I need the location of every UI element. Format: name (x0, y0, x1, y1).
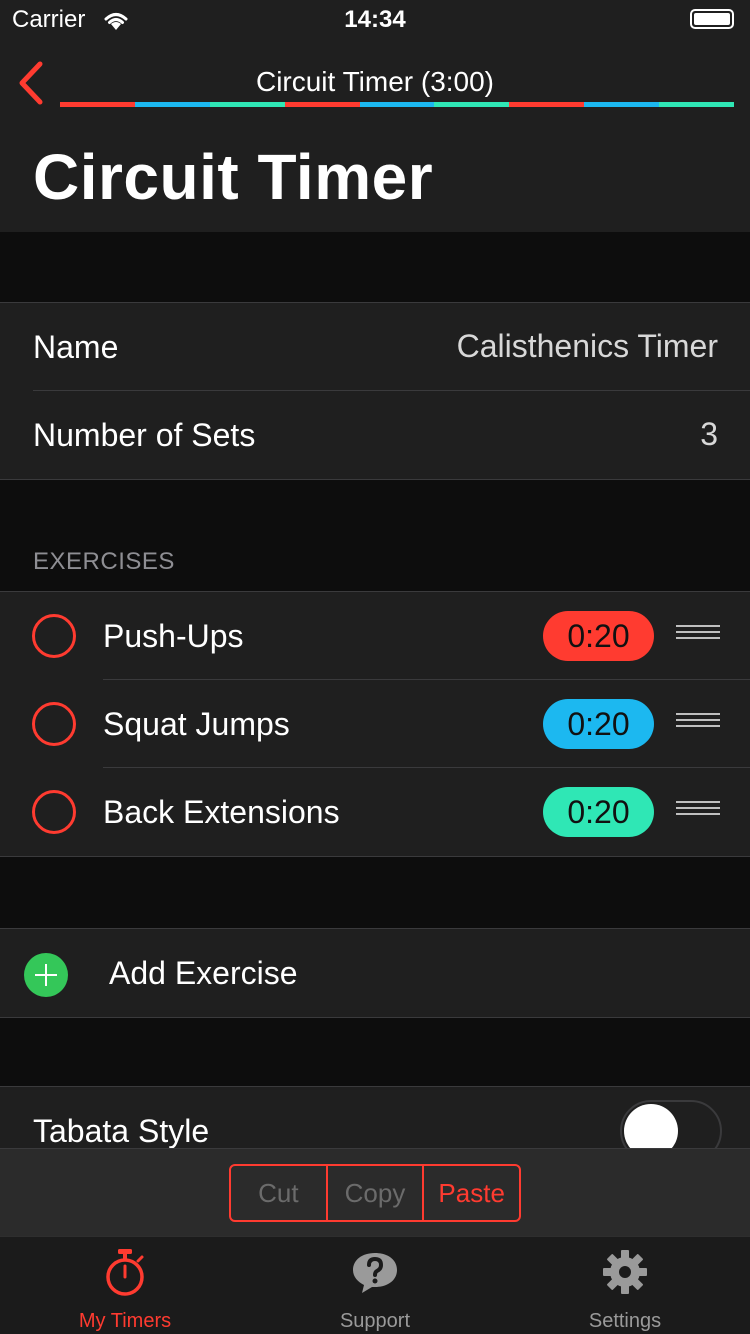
exercise-duration-badge[interactable]: 0:20 (543, 699, 654, 749)
sets-label: Number of Sets (33, 417, 256, 453)
status-bar: Carrier 14:34 (0, 0, 750, 40)
progress-segment (434, 102, 510, 107)
stopwatch-icon (106, 1249, 144, 1296)
nav-title: Circuit Timer (3:00) (255, 66, 495, 97)
name-row[interactable]: Name Calisthenics Timer (0, 303, 750, 391)
tab-bar: My Timers Support Settings (0, 1236, 750, 1334)
progress-segment (284, 102, 360, 107)
tab-support[interactable]: Support (250, 1237, 500, 1334)
timer-progress-bar (60, 102, 735, 107)
exercise-row[interactable]: Push-Ups 0:20 (0, 592, 750, 680)
progress-segment (209, 102, 285, 107)
status-time: 14:34 (344, 6, 406, 33)
sets-row[interactable]: Number of Sets 3 (0, 391, 750, 479)
timer-settings-group: Name Calisthenics Timer Number of Sets 3 (0, 302, 750, 480)
exercise-duration-badge[interactable]: 0:20 (543, 611, 654, 661)
progress-segment (359, 102, 435, 107)
paste-button[interactable]: Paste (424, 1166, 519, 1220)
cut-button[interactable]: Cut (231, 1166, 328, 1220)
tab-my-timers[interactable]: My Timers (0, 1237, 250, 1334)
exercise-duration-badge[interactable]: 0:20 (543, 787, 654, 837)
drag-handle-icon[interactable] (676, 713, 720, 735)
gear-icon (603, 1250, 647, 1294)
exercise-name: Back Extensions (103, 794, 340, 830)
sets-value[interactable]: 3 (700, 391, 718, 477)
tab-label: Settings (588, 1310, 662, 1332)
select-circle-icon[interactable] (32, 790, 76, 834)
name-label: Name (33, 329, 119, 365)
navigation-bar: Circuit Timer (3:00) Circuit Timer (0, 40, 750, 232)
question-bubble-icon (353, 1253, 397, 1293)
select-circle-icon[interactable] (32, 702, 76, 746)
drag-handle-icon[interactable] (676, 801, 720, 823)
add-exercise-group: Add Exercise (0, 928, 750, 1018)
tab-settings[interactable]: Settings (500, 1237, 750, 1334)
progress-segment (134, 102, 210, 107)
screen: Carrier 14:34 Circuit Timer (3:00) Circu… (0, 0, 750, 1334)
battery-icon (690, 9, 734, 29)
name-field[interactable]: Calisthenics Timer (457, 303, 718, 389)
drag-handle-icon[interactable] (676, 625, 720, 647)
progress-segment (659, 102, 735, 107)
edit-menu-bar: Cut Copy Paste (0, 1148, 750, 1237)
progress-segment (584, 102, 660, 107)
page-title: Circuit Timer (33, 141, 434, 213)
tab-label: My Timers (78, 1310, 172, 1332)
add-exercise-label: Add Exercise (109, 955, 298, 991)
tab-label: Support (339, 1310, 411, 1332)
exercise-row[interactable]: Squat Jumps 0:20 (0, 680, 750, 768)
exercise-name: Push-Ups (103, 618, 244, 654)
plus-circle-icon (24, 953, 68, 997)
exercise-list: Push-Ups 0:20 Squat Jumps 0:20 Back Exte… (0, 591, 750, 857)
progress-segment (509, 102, 585, 107)
exercise-row[interactable]: Back Extensions 0:20 (0, 768, 750, 856)
edit-menu: Cut Copy Paste (229, 1164, 521, 1222)
add-exercise-button[interactable]: Add Exercise (0, 929, 750, 1017)
copy-button[interactable]: Copy (328, 1166, 425, 1220)
progress-segment (60, 102, 135, 107)
exercise-name: Squat Jumps (103, 706, 290, 742)
exercises-section-header: EXERCISES (33, 548, 175, 575)
select-circle-icon[interactable] (32, 614, 76, 658)
